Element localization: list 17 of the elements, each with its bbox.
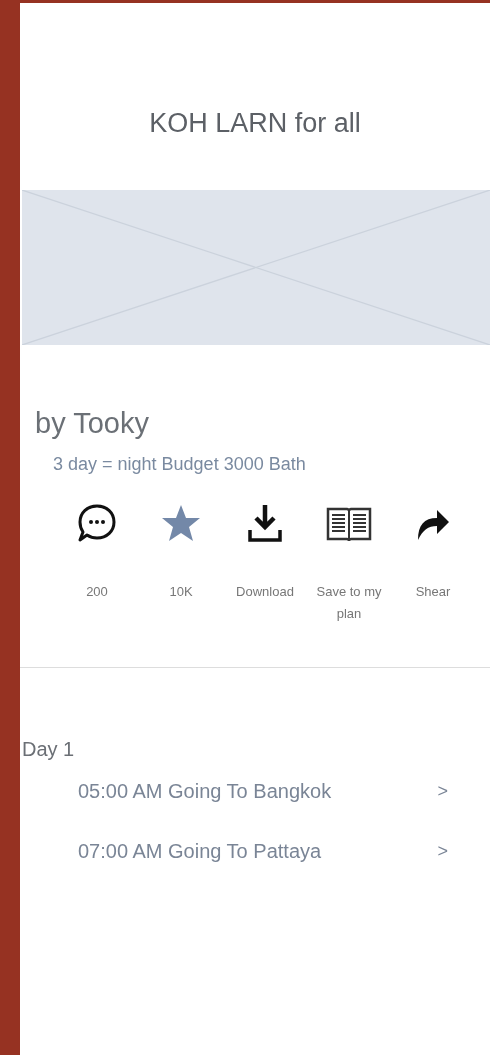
action-label[interactable]: 200 [57, 581, 137, 604]
chevron-icon[interactable]: > [437, 840, 448, 862]
open-book-icon[interactable] [326, 505, 372, 541]
speech-bubble-icon[interactable] [77, 503, 117, 543]
author-name: by Tooky [35, 407, 150, 440]
action-label[interactable]: Download [225, 581, 305, 604]
action-label[interactable]: 10K [141, 581, 221, 604]
download-icon[interactable] [248, 504, 282, 542]
trip-summary: 3 day = night Budget 3000 Bath [53, 454, 307, 475]
chevron-icon[interactable]: > [437, 780, 448, 802]
itinerary-item[interactable]: 07:00 AM Going To Pattaya [78, 839, 322, 863]
action-label[interactable]: Shear [393, 581, 473, 604]
star-icon[interactable] [161, 504, 201, 542]
page-title: KOH LARN for all [149, 108, 361, 139]
day-heading: Day 1 [22, 738, 76, 762]
action-label[interactable]: Save to my plan [309, 581, 389, 626]
itinerary-item[interactable]: 05:00 AM Going To Bangkok [78, 779, 332, 803]
